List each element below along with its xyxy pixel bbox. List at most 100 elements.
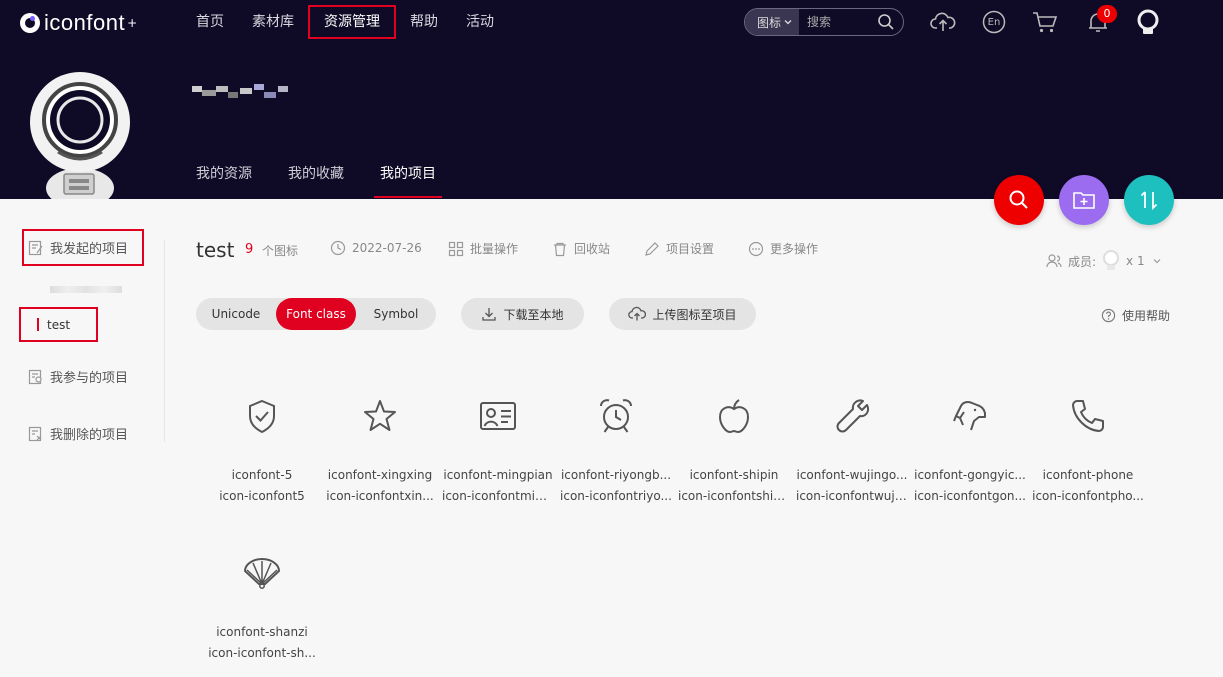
icon-name: iconfont-mingpian	[443, 468, 553, 482]
more-label: 更多操作	[770, 242, 819, 256]
members-count: x 1	[1126, 254, 1145, 268]
nav-library[interactable]: 素材库	[238, 5, 308, 39]
project-label: test	[47, 317, 71, 332]
phone-icon	[1072, 400, 1104, 432]
icon-card[interactable]: iconfont-riyongb... icon-iconfontriyo...	[557, 396, 675, 503]
top-nav: 首页 素材库 资源管理 帮助 活动	[182, 0, 508, 44]
icon-name: iconfont-phone	[1042, 468, 1134, 482]
header: iconfont + 首页 素材库 资源管理 帮助 活动 图标 En 0	[0, 0, 1223, 208]
icon-class-code: icon-iconfontshipin	[678, 489, 790, 503]
nav-help[interactable]: 帮助	[396, 5, 452, 39]
profile-tabs: 我的资源 我的收藏 我的项目	[178, 150, 454, 198]
project-date: 2022-07-26	[330, 240, 422, 256]
notification-badge: 0	[1097, 5, 1117, 23]
settings-label: 项目设置	[666, 242, 715, 256]
icon-class-code: icon-iconfontgon...	[914, 489, 1026, 503]
sidebar-item-label: 我参与的项目	[50, 371, 129, 386]
icon-card[interactable]: iconfont-mingpian icon-iconfontmin...	[439, 396, 557, 503]
icon-name: iconfont-5	[231, 468, 293, 482]
sidebar-item-joined-projects[interactable]: 我参与的项目	[28, 367, 128, 386]
icon-class-code: icon-iconfontwuji...	[796, 489, 908, 503]
icon-name: iconfont-shipin	[689, 468, 779, 482]
user-avatar-button[interactable]	[1135, 9, 1161, 35]
upload-icons-button[interactable]: 上传图标至项目	[609, 298, 756, 330]
icon-class-code: icon-iconfont-sh...	[208, 646, 316, 660]
fab-sort-button[interactable]	[1124, 175, 1174, 225]
profile-avatar	[28, 70, 132, 208]
astronaut-avatar-icon	[30, 72, 130, 208]
icon-class-code: icon-iconfontriyo...	[560, 489, 672, 503]
language-button[interactable]: En	[981, 9, 1007, 35]
project-title: test	[196, 238, 235, 262]
icon-card[interactable]: iconfont-gongyic... icon-iconfontgon...	[911, 396, 1029, 503]
icon-count: 9	[245, 242, 254, 257]
alarm-clock-icon	[600, 399, 632, 433]
icon-card[interactable]: iconfont-phone icon-iconfontpho...	[1029, 396, 1147, 503]
more-operations-button[interactable]: 更多操作	[748, 240, 818, 257]
chevron-down-icon	[784, 20, 792, 25]
icon-class-code: icon-iconfontpho...	[1032, 489, 1144, 503]
tab-my-projects[interactable]: 我的项目	[362, 150, 454, 198]
more-dots-icon	[748, 241, 764, 256]
iconfont-logo-icon	[20, 13, 40, 33]
format-font-class[interactable]: Font class	[276, 298, 356, 330]
format-unicode[interactable]: Unicode	[196, 298, 276, 330]
download-button[interactable]: 下载至本地	[461, 298, 584, 330]
wrench-icon	[836, 399, 870, 433]
recycle-bin-button[interactable]: 回收站	[552, 240, 610, 257]
icon-card[interactable]: iconfont-xingxing icon-iconfontxin...	[321, 396, 439, 503]
business-card-icon	[480, 402, 516, 430]
nav-resource-management[interactable]: 资源管理	[308, 5, 396, 39]
fab-new-project-button[interactable]	[1059, 175, 1109, 225]
star-icon	[364, 400, 396, 431]
chevron-down-icon	[1153, 259, 1161, 264]
logo-plus: +	[127, 16, 138, 30]
icon-card[interactable]: iconfont-wujingo... icon-iconfontwuji...	[793, 396, 911, 503]
icon-class-code: icon-iconfontmin...	[442, 489, 554, 503]
member-avatar-icon	[1103, 250, 1120, 270]
project-settings-button[interactable]: 项目设置	[644, 240, 714, 257]
search-input[interactable]	[799, 15, 875, 29]
delete-document-icon	[28, 426, 42, 441]
upload-cloud-icon	[930, 12, 956, 31]
search-button[interactable]	[875, 11, 897, 33]
members-label: 成员:	[1068, 254, 1097, 269]
astronaut-avatar-icon	[1137, 9, 1159, 34]
date-text: 2022-07-26	[352, 241, 422, 255]
tab-my-resources[interactable]: 我的资源	[178, 150, 270, 198]
upload-cloud-button[interactable]	[930, 9, 956, 35]
format-segmented-control: Unicode Font class Symbol	[196, 298, 436, 330]
batch-operation-button[interactable]: 批量操作	[448, 240, 518, 257]
batch-label: 批量操作	[470, 242, 519, 256]
upload-label: 上传图标至项目	[652, 307, 737, 322]
sidebar-item-label: 我发起的项目	[50, 242, 129, 257]
blurred-text	[50, 286, 122, 293]
logo[interactable]: iconfont +	[20, 10, 137, 36]
search-icon	[878, 14, 894, 30]
tab-my-favorites[interactable]: 我的收藏	[270, 150, 362, 198]
pencil-icon	[645, 241, 659, 256]
nav-activity[interactable]: 活动	[452, 5, 508, 39]
icon-card[interactable]: iconfont-shanzi icon-iconfont-sh...	[203, 553, 321, 660]
icon-card[interactable]: iconfont-shipin icon-iconfontshipin	[675, 396, 793, 503]
icon-class-code: icon-iconfontxin...	[326, 489, 434, 503]
grid-icon	[448, 241, 464, 256]
fab-search-button[interactable]	[994, 175, 1044, 225]
members-dropdown[interactable]: 成员: x 1	[1046, 250, 1163, 272]
cart-button[interactable]	[1032, 9, 1058, 35]
nav-home[interactable]: 首页	[182, 5, 238, 39]
sidebar-item-my-projects[interactable]: 我发起的项目	[22, 229, 144, 266]
edit-document-icon	[28, 240, 43, 255]
sidebar-project-test[interactable]: test	[19, 307, 98, 342]
fan-icon	[244, 558, 280, 589]
clock-icon	[330, 240, 346, 256]
sidebar-item-deleted-projects[interactable]: 我删除的项目	[28, 424, 128, 443]
icon-card[interactable]: iconfont-5 icon-iconfont5	[203, 396, 321, 503]
search-type-select[interactable]: 图标	[745, 9, 800, 35]
dog-icon	[953, 401, 986, 431]
format-symbol[interactable]: Symbol	[356, 298, 436, 330]
download-icon	[482, 308, 497, 321]
upload-cloud-icon	[628, 306, 647, 321]
icon-name: iconfont-riyongb...	[560, 468, 672, 482]
usage-help-link[interactable]: 使用帮助	[1101, 307, 1170, 324]
